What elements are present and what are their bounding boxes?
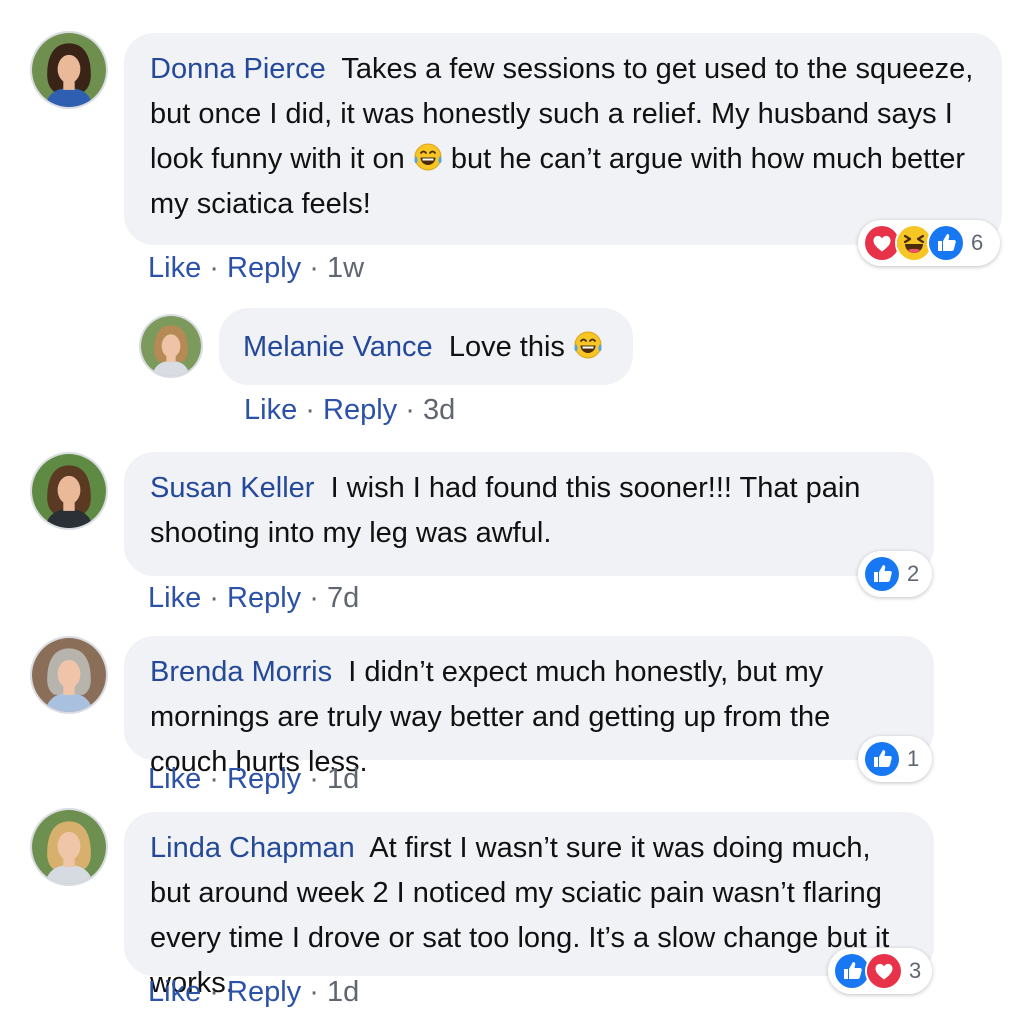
like-button[interactable]: Like xyxy=(148,582,201,614)
commenter-name[interactable]: Brenda Morris xyxy=(150,656,332,688)
avatar[interactable] xyxy=(139,314,203,378)
like-button[interactable]: Like xyxy=(148,976,201,1008)
avatar[interactable] xyxy=(30,808,108,886)
timestamp[interactable]: 3d xyxy=(423,394,455,426)
reaction-count: 6 xyxy=(971,230,984,255)
separator: · xyxy=(209,763,219,795)
separator: · xyxy=(209,582,219,614)
comment-bubble: Linda Chapman At first I wasn’t sure it … xyxy=(124,812,934,999)
timestamp[interactable]: 1d xyxy=(327,763,359,795)
reaction-count: 3 xyxy=(909,958,922,983)
commenter-name[interactable]: Susan Keller xyxy=(150,472,314,504)
reply-button[interactable]: Reply xyxy=(227,763,301,795)
comment-bubble: Brenda Morris I didn’t expect much hones… xyxy=(124,636,934,778)
separator: · xyxy=(305,394,315,426)
comment-text: Love this xyxy=(448,331,565,363)
reply-button[interactable]: Reply xyxy=(227,252,301,284)
separator: · xyxy=(405,394,415,426)
comment-actions: Like · Reply · 1w xyxy=(148,252,364,285)
separator: · xyxy=(309,582,319,614)
like-icon xyxy=(927,224,965,262)
like-button[interactable]: Like xyxy=(148,252,201,284)
reply-button[interactable]: Reply xyxy=(227,976,301,1008)
reply-bubble: Melanie Vance Love this xyxy=(219,308,633,385)
separator: · xyxy=(309,763,319,795)
laughing-tears-emoji xyxy=(413,142,443,172)
comment-bubble: Susan Keller I wish I had found this soo… xyxy=(124,452,934,576)
commenter-name[interactable]: Melanie Vance xyxy=(243,331,433,363)
reaction-count: 2 xyxy=(907,561,920,586)
laughing-tears-emoji xyxy=(573,330,603,360)
like-button[interactable]: Like xyxy=(148,763,201,795)
reply-button[interactable]: Reply xyxy=(323,394,397,426)
reactions-summary[interactable]: 3 xyxy=(828,948,932,994)
comment-actions: Like · Reply · 3d xyxy=(244,394,455,427)
love-icon xyxy=(865,952,903,990)
reactions-summary[interactable]: 2 xyxy=(858,551,932,597)
avatar[interactable] xyxy=(30,452,108,530)
timestamp[interactable]: 7d xyxy=(327,582,359,614)
commenter-name[interactable]: Donna Pierce xyxy=(150,53,326,85)
separator: · xyxy=(209,252,219,284)
separator: · xyxy=(309,976,319,1008)
separator: · xyxy=(209,976,219,1008)
avatar[interactable] xyxy=(30,31,108,109)
comment-bubble: Donna Pierce Takes a few sessions to get… xyxy=(124,33,1002,245)
reactions-summary[interactable]: 1 xyxy=(858,736,932,782)
like-button[interactable]: Like xyxy=(244,394,297,426)
comment-actions: Like · Reply · 1d xyxy=(148,763,359,796)
timestamp[interactable]: 1d xyxy=(327,976,359,1008)
commenter-name[interactable]: Linda Chapman xyxy=(150,832,355,864)
timestamp[interactable]: 1w xyxy=(327,252,364,284)
like-icon xyxy=(863,740,901,778)
reply-button[interactable]: Reply xyxy=(227,582,301,614)
reactions-summary[interactable]: 6 xyxy=(858,220,1000,266)
avatar[interactable] xyxy=(30,636,108,714)
comment-actions: Like · Reply · 1d xyxy=(148,976,359,1009)
like-icon xyxy=(863,555,901,593)
reaction-count: 1 xyxy=(907,746,920,771)
comment-actions: Like · Reply · 7d xyxy=(148,582,359,615)
separator: · xyxy=(309,252,319,284)
